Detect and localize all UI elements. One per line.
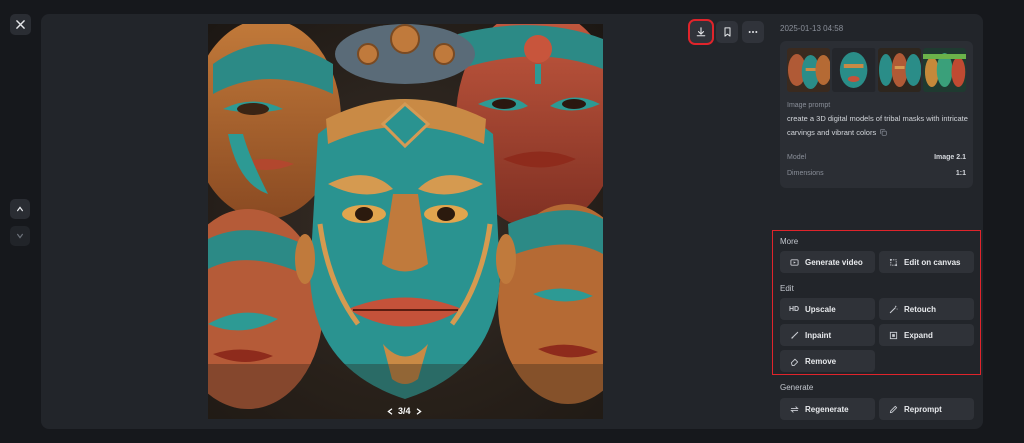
refresh-icon — [789, 404, 799, 414]
canvas-icon — [888, 257, 898, 267]
timestamp: 2025-01-13 04:58 — [780, 24, 844, 33]
video-icon — [789, 257, 799, 267]
close-icon — [16, 20, 25, 29]
regenerate-button[interactable]: Regenerate — [780, 398, 875, 420]
brush-icon — [789, 330, 799, 340]
chevron-left-icon[interactable] — [386, 407, 394, 416]
pencil-icon — [888, 404, 898, 414]
upscale-button[interactable]: HD Upscale — [780, 298, 875, 320]
remove-button[interactable]: Remove — [780, 350, 875, 372]
edit-section-label: Edit — [780, 284, 794, 293]
chevron-right-icon[interactable] — [415, 407, 423, 416]
dimensions-row: Dimensions 1:1 — [787, 170, 966, 177]
generate-video-button[interactable]: Generate video — [780, 251, 875, 273]
more-dots-icon — [748, 31, 758, 33]
more-options-button[interactable] — [742, 21, 764, 43]
thumbnail-strip — [787, 48, 966, 92]
thumbnail[interactable] — [922, 48, 966, 92]
thumbnail[interactable] — [832, 48, 876, 92]
bookmark-button[interactable] — [716, 21, 738, 43]
thumbnail[interactable] — [877, 48, 921, 92]
download-icon — [696, 27, 706, 37]
edit-on-canvas-button[interactable]: Edit on canvas — [879, 251, 974, 273]
download-button[interactable] — [688, 19, 714, 45]
model-row: Model Image 2.1 — [787, 154, 966, 161]
inpaint-button[interactable]: Inpaint — [780, 324, 875, 346]
bookmark-icon — [724, 27, 730, 37]
next-image-button[interactable] — [10, 226, 30, 246]
dimensions-value: 1:1 — [955, 170, 966, 177]
dimensions-label: Dimensions — [787, 170, 824, 177]
retouch-button[interactable]: Retouch — [879, 298, 974, 320]
chevron-down-icon — [17, 233, 23, 239]
image-pager: 3/4 — [386, 406, 423, 416]
model-value: Image 2.1 — [934, 154, 966, 161]
reprompt-button[interactable]: Reprompt — [879, 398, 974, 420]
expand-button[interactable]: Expand — [879, 324, 974, 346]
expand-icon — [888, 330, 898, 340]
thumbnail[interactable] — [787, 48, 831, 92]
eraser-icon — [789, 356, 799, 366]
image-info-card: Image prompt create a 3D digital models … — [780, 41, 973, 188]
more-section-label: More — [780, 237, 799, 246]
hd-icon: HD — [788, 305, 800, 313]
chevron-up-icon — [17, 206, 23, 212]
magic-wand-icon — [888, 304, 898, 314]
pager-text: 3/4 — [398, 406, 411, 416]
copy-icon[interactable] — [880, 129, 887, 136]
previous-image-button[interactable] — [10, 199, 30, 219]
prompt-label: Image prompt — [787, 102, 831, 109]
generated-image — [208, 24, 603, 419]
prompt-text: create a 3D digital models of tribal mas… — [787, 114, 968, 137]
close-button[interactable] — [10, 14, 31, 35]
generate-section-label: Generate — [780, 383, 814, 392]
model-label: Model — [787, 154, 807, 161]
